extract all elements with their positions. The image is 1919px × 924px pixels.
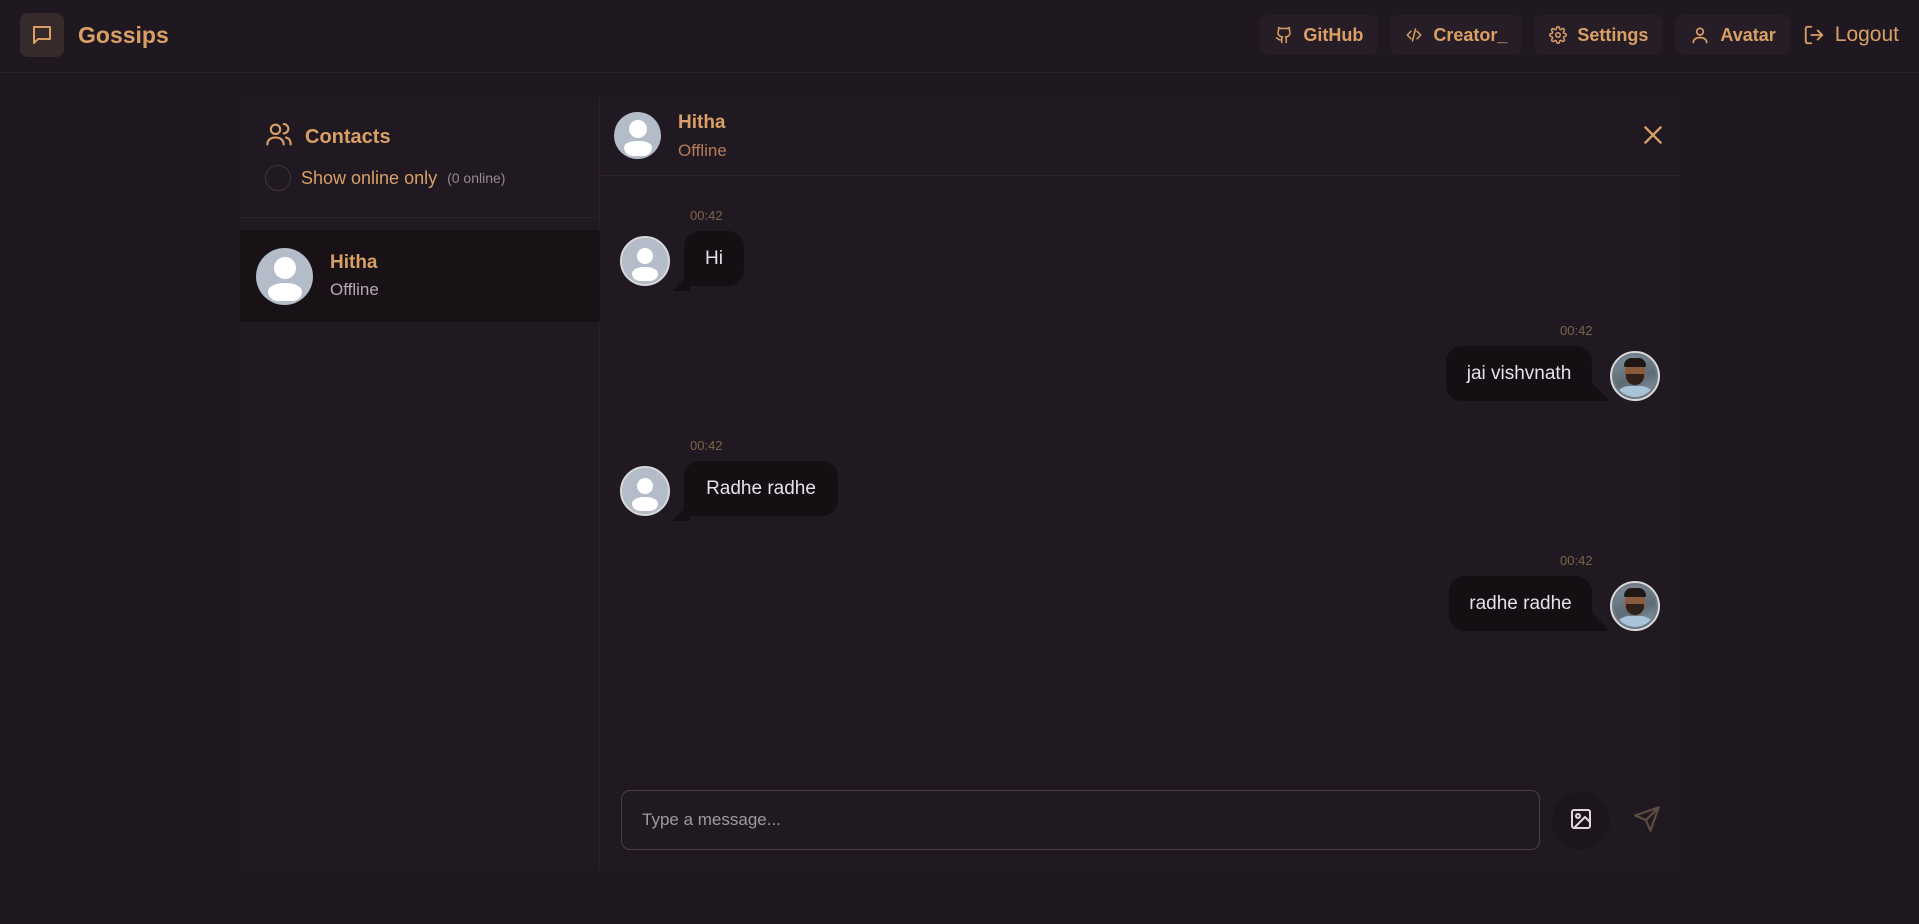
github-button[interactable]: GitHub [1260, 15, 1379, 55]
contact-status: Offline [330, 280, 379, 299]
user-avatar [1610, 351, 1660, 401]
settings-button[interactable]: Settings [1534, 15, 1664, 55]
online-count: (0 online) [447, 170, 506, 186]
contact-avatar [256, 248, 313, 305]
chat-contact-status: Offline [678, 141, 727, 160]
creator-button[interactable]: Creator_ [1390, 15, 1523, 55]
brand[interactable]: Gossips [20, 13, 169, 57]
nav-actions: GitHub Creator_ Settings Avatar Logout [1260, 15, 1905, 55]
show-online-label[interactable]: Show online only [301, 168, 437, 189]
top-navbar: Gossips GitHub Creator_ Settings Avatar [0, 0, 1919, 73]
message-timestamp: 00:42 [1560, 553, 1593, 568]
show-online-checkbox[interactable] [265, 165, 291, 191]
message-timestamp: 00:42 [690, 208, 723, 223]
creator-label: Creator_ [1433, 24, 1508, 45]
message-text: jai vishvnath [1466, 362, 1572, 384]
bubble-tail [1592, 383, 1610, 401]
user-avatar [1610, 581, 1660, 631]
contact-item-hitha[interactable]: Hitha Offline [240, 230, 600, 322]
contacts-sidebar: Contacts Show online only (0 online) Hit… [240, 97, 600, 870]
chat-bubble-icon [20, 13, 64, 57]
message-bubble: jai vishvnath [1446, 346, 1592, 401]
close-icon[interactable] [1640, 122, 1666, 148]
chat-contact-name: Hitha [678, 112, 726, 133]
logout-icon [1803, 24, 1825, 46]
message-timestamp: 00:42 [690, 438, 723, 453]
github-label: GitHub [1303, 24, 1364, 45]
users-icon [265, 120, 293, 154]
sidebar-header: Contacts Show online only (0 online) [240, 97, 600, 218]
message-bubble: Radhe radhe [684, 461, 838, 516]
avatar-button[interactable]: Avatar [1675, 15, 1791, 55]
contact-name: Hitha [330, 252, 378, 273]
avatar-label: Avatar [1720, 24, 1776, 45]
message-input[interactable] [621, 790, 1540, 850]
bubble-tail [1592, 613, 1610, 631]
send-button[interactable] [1620, 794, 1674, 848]
code-icon [1405, 26, 1423, 44]
send-icon [1633, 805, 1661, 838]
contacts-title: Contacts [265, 120, 391, 154]
logout-button[interactable]: Logout [1803, 15, 1905, 55]
logout-label: Logout [1834, 23, 1899, 46]
message-timestamp: 00:42 [1560, 323, 1593, 338]
chat-area: Hitha Offline 00:42 Hi 00:42 jai vishvna… [600, 97, 1680, 870]
online-filter: Show online only (0 online) [265, 165, 505, 191]
chat-header: Hitha Offline [600, 97, 1680, 176]
chat-panel: Contacts Show online only (0 online) Hit… [240, 97, 1680, 870]
message-text: Hi [705, 247, 723, 269]
brand-name: Gossips [78, 21, 169, 48]
message-bubble: Hi [684, 231, 744, 286]
message-bubble: radhe radhe [1449, 576, 1592, 631]
gear-icon [1549, 26, 1568, 44]
message-text: Radhe radhe [706, 477, 816, 499]
contacts-title-label: Contacts [305, 125, 391, 148]
chat-header-avatar [614, 112, 661, 159]
image-upload-button[interactable] [1552, 792, 1610, 850]
message-text: radhe radhe [1469, 592, 1572, 614]
user-icon [1690, 25, 1710, 45]
github-icon [1275, 26, 1293, 44]
message-avatar [620, 236, 670, 286]
settings-label: Settings [1577, 24, 1649, 45]
message-avatar [620, 466, 670, 516]
image-icon [1569, 807, 1593, 836]
